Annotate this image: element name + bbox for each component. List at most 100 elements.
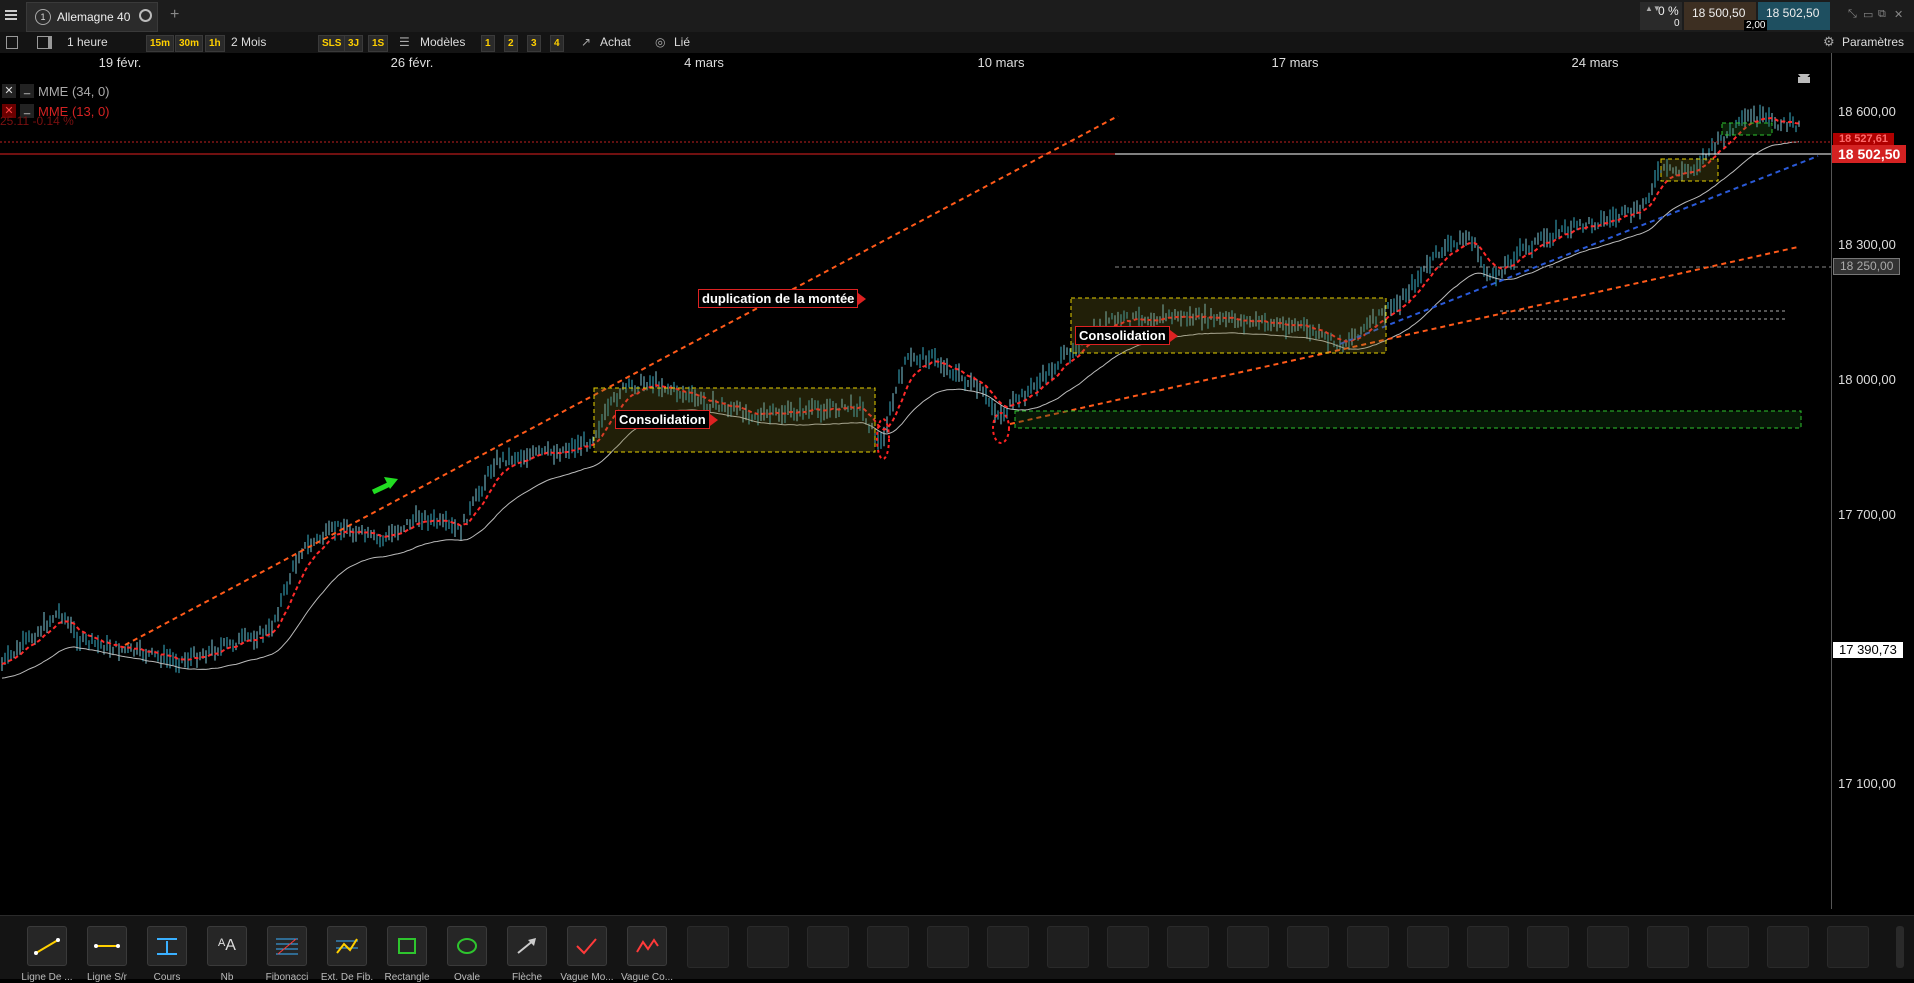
- empty-tool-slot[interactable]: [1587, 926, 1629, 968]
- buy-button[interactable]: 18 502,50: [1758, 2, 1830, 30]
- text-note-icon: ᴬA: [207, 926, 247, 966]
- models-icon: ☰: [399, 35, 410, 49]
- drawing-toolbar: Ligne De ... Ligne S/r Cours ᴬA Nb Fibona…: [0, 915, 1914, 983]
- settings-button[interactable]: Paramètres: [1842, 35, 1904, 50]
- range-3j[interactable]: 3J: [344, 35, 364, 52]
- interval-select[interactable]: 1 heure: [67, 35, 108, 50]
- empty-tool-slot[interactable]: [987, 926, 1029, 968]
- blue-trendline: [1339, 155, 1819, 345]
- tool-fibonacci[interactable]: Fibonacci: [257, 926, 317, 983]
- wave-correction-icon: [627, 926, 667, 966]
- empty-tool-slot[interactable]: [1227, 926, 1269, 968]
- green-arrow-icon: [371, 477, 398, 495]
- interval-1h[interactable]: 1h: [205, 35, 225, 52]
- list-view-icon[interactable]: [6, 36, 18, 49]
- empty-tool-slot[interactable]: [687, 926, 729, 968]
- detach-icon[interactable]: ⧉: [1878, 8, 1886, 21]
- remove-indicator-icon[interactable]: ✕: [2, 84, 16, 98]
- slot-1[interactable]: 1: [481, 35, 495, 52]
- change-value: 0: [1674, 18, 1680, 29]
- tool-fib-extension[interactable]: Ext. De Fib.: [317, 926, 377, 983]
- tool-rectangle[interactable]: Rectangle: [377, 926, 437, 983]
- indicator-label: MME (34, 0): [38, 84, 110, 99]
- annotation-duplication[interactable]: duplication de la montée: [698, 289, 867, 308]
- layout-icon[interactable]: [37, 36, 52, 49]
- ema-34-line: [1, 141, 1800, 679]
- hidden-price-label: 18 527,61: [1833, 133, 1894, 145]
- tool-price[interactable]: Cours: [137, 926, 197, 983]
- tool-horizontal-line[interactable]: Ligne S/r: [77, 926, 137, 983]
- small-box-2: [1721, 122, 1773, 136]
- level-price-label: 18 250,00: [1833, 258, 1901, 275]
- tool-arrow[interactable]: Flèche: [497, 926, 557, 983]
- minimize-indicator-icon[interactable]: _: [20, 84, 34, 98]
- instrument-name: Allemagne 40: [57, 10, 131, 24]
- empty-tool-slot[interactable]: [1707, 926, 1749, 968]
- slot-3[interactable]: 3: [527, 35, 541, 52]
- empty-tool-slot[interactable]: [927, 926, 969, 968]
- trend-line-icon: [27, 926, 67, 966]
- price-tick: 17 700,00: [1838, 507, 1896, 522]
- tool-note[interactable]: ᴬA Nb: [197, 926, 257, 983]
- range-sls[interactable]: SLS: [318, 35, 346, 52]
- price-tick: 18 600,00: [1838, 104, 1896, 119]
- lower-trendline: [0, 382, 600, 694]
- empty-tool-slot[interactable]: [1407, 926, 1449, 968]
- empty-tool-slot[interactable]: [1527, 926, 1569, 968]
- annotation-consolidation-1[interactable]: Consolidation: [615, 410, 718, 429]
- close-icon[interactable]: ✕: [1894, 8, 1903, 21]
- instrument-index-badge: 1: [35, 9, 51, 25]
- tool-wave-correction[interactable]: Vague Co...: [617, 926, 677, 983]
- window-controls: ⤡ ▭ ⧉ ✕: [1848, 8, 1910, 22]
- empty-tool-slot[interactable]: [1287, 926, 1329, 968]
- interval-15m[interactable]: 15m: [146, 35, 175, 52]
- empty-tool-slot[interactable]: [1047, 926, 1089, 968]
- date-tick: 19 févr.: [98, 55, 142, 70]
- oval-icon: [447, 926, 487, 966]
- restore-icon[interactable]: ▭: [1863, 8, 1873, 21]
- wave-monowave-icon: [567, 926, 607, 966]
- annotation-consolidation-2[interactable]: Consolidation: [1075, 326, 1178, 345]
- linked-button[interactable]: Lié: [674, 35, 690, 50]
- current-price-label: 18 502,50: [1832, 145, 1907, 163]
- change-pct: 0 %: [1658, 4, 1679, 18]
- empty-tool-slot[interactable]: [807, 926, 849, 968]
- empty-tool-slot[interactable]: [1167, 926, 1209, 968]
- tool-wave-mono[interactable]: Vague Mo...: [557, 926, 617, 983]
- menu-icon[interactable]: [5, 8, 17, 22]
- empty-tool-slot[interactable]: [1467, 926, 1509, 968]
- link-icon: ◎: [655, 35, 666, 49]
- empty-tool-slot[interactable]: [747, 926, 789, 968]
- tool-oval[interactable]: Ovale: [437, 926, 497, 983]
- empty-tool-slot[interactable]: [1767, 926, 1809, 968]
- price-tick: 17 100,00: [1838, 776, 1896, 791]
- toolbar-scrollbar[interactable]: [1896, 926, 1904, 968]
- empty-tool-slot[interactable]: [1647, 926, 1689, 968]
- ema-13-line: [1, 117, 1800, 666]
- small-box: [1660, 158, 1719, 182]
- date-tick: 24 mars: [1571, 55, 1619, 70]
- range-1s[interactable]: 1S: [368, 35, 389, 52]
- slot-4[interactable]: 4: [550, 35, 564, 52]
- top-bar: 1 Allemagne 40 + ▲▼ 0 % 0 18 500,50 18 5…: [0, 0, 1914, 33]
- empty-tool-slot[interactable]: [1827, 926, 1869, 968]
- interval-30m[interactable]: 30m: [175, 35, 204, 52]
- add-tab-icon[interactable]: +: [170, 6, 179, 24]
- models-button[interactable]: Modèles: [420, 35, 465, 50]
- fibonacci-icon: [267, 926, 307, 966]
- range-select[interactable]: 2 Mois: [231, 35, 266, 50]
- empty-tool-slot[interactable]: [1107, 926, 1149, 968]
- empty-tool-slot[interactable]: [867, 926, 909, 968]
- date-tick: 17 mars: [1271, 55, 1319, 70]
- empty-tool-slot[interactable]: [1347, 926, 1389, 968]
- collapse-icon[interactable]: ⤡: [1848, 8, 1857, 21]
- tool-trend-line[interactable]: Ligne De ...: [17, 926, 77, 983]
- rectangle-icon: [387, 926, 427, 966]
- price-chart[interactable]: ✕ _ MME (34, 0) ✕ _ MME (13, 0) 25.11 -0…: [0, 71, 1831, 909]
- date-axis: 19 févr. 26 févr. 4 mars 10 mars 17 mars…: [0, 53, 1831, 72]
- instrument-tab[interactable]: 1 Allemagne 40: [26, 2, 158, 32]
- achat-button[interactable]: Achat: [600, 35, 631, 50]
- horizontal-line-icon: [87, 926, 127, 966]
- search-icon[interactable]: [139, 9, 152, 22]
- slot-2[interactable]: 2: [504, 35, 518, 52]
